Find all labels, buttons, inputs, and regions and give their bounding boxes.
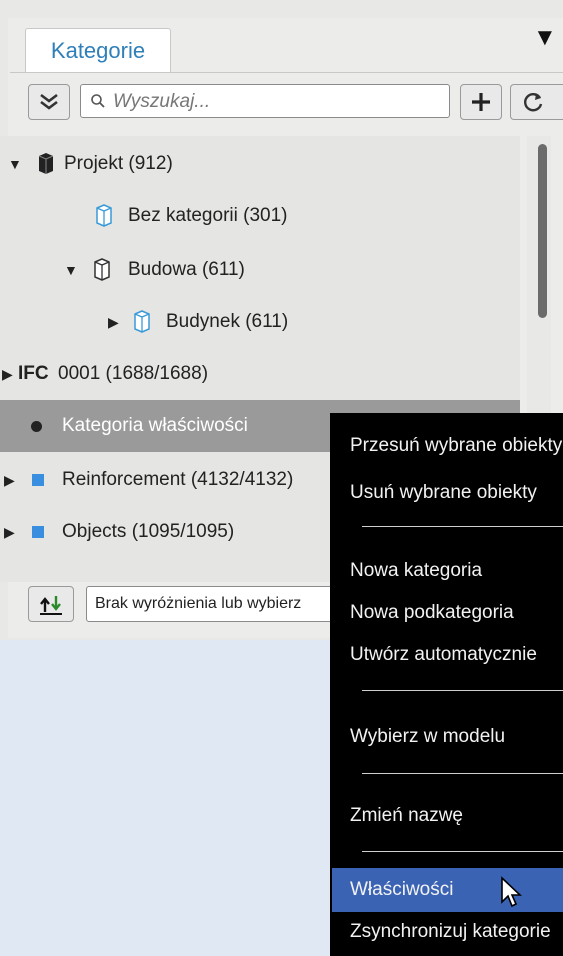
scrollbar-thumb[interactable] <box>538 144 547 318</box>
ifc-prefix: IFC <box>18 363 49 384</box>
mouse-cursor-icon <box>501 876 523 908</box>
menu-item-usun[interactable]: Usuń wybrane obiekty <box>350 475 537 511</box>
tree-item-label: Reinforcement (4132/4132) <box>62 469 294 490</box>
menu-item-utworz-automatycznie[interactable]: Utwórz automatycznie <box>350 637 537 673</box>
bullet-icon <box>31 421 42 432</box>
collapse-all-icon <box>40 93 58 110</box>
tree-item-label: Objects (1095/1095) <box>62 521 235 542</box>
search-icon <box>91 94 105 108</box>
collapsed-arrow-icon[interactable]: ▶ <box>4 506 15 558</box>
tree-item-budynek[interactable]: ▶ Budynek (611) <box>0 296 520 348</box>
cube-outline-blue-icon <box>134 310 150 333</box>
sort-arrows-icon <box>40 596 62 615</box>
collapsed-arrow-icon[interactable]: ▶ <box>108 296 119 348</box>
refresh-button[interactable] <box>510 84 563 120</box>
menu-separator <box>362 526 563 527</box>
search-box[interactable] <box>80 84 450 118</box>
menu-item-zsynchronizuj[interactable]: Zsynchronizuj kategorie <box>350 914 551 950</box>
tree-item-ifc[interactable]: ▶ IFC 0001 (1688/1688) <box>0 348 520 400</box>
cube-dark-icon <box>38 153 54 174</box>
highlight-toggle-button[interactable] <box>28 586 74 622</box>
collapsed-arrow-icon[interactable]: ▶ <box>2 348 13 400</box>
menu-separator <box>362 773 563 774</box>
cube-outline-icon <box>94 258 110 281</box>
tree-item-budowa[interactable]: ▼ Budowa (611) <box>0 244 520 296</box>
cube-outline-blue-icon <box>96 204 112 227</box>
tree-item-label: Budynek (611) <box>166 311 289 332</box>
menu-item-przesun[interactable]: Przesuń wybrane obiekty <box>350 428 562 464</box>
collapsed-arrow-icon[interactable]: ▶ <box>4 454 15 506</box>
highlight-select[interactable]: Brak wyróżnienia lub wybierz <box>86 586 336 622</box>
refresh-icon <box>524 93 543 112</box>
tree-item-bez-kategorii[interactable]: Bez kategorii (301) <box>0 190 520 242</box>
menu-item-wlasciwosci[interactable]: Właściwości <box>350 872 453 908</box>
tab-divider <box>10 72 563 73</box>
menu-separator <box>362 851 563 852</box>
tree-item-label: Bez kategorii (301) <box>128 205 288 226</box>
menu-item-zmien-nazwe[interactable]: Zmień nazwę <box>350 798 463 834</box>
triangle-down-icon[interactable]: ▼ <box>533 24 557 52</box>
tree-item-label: Budowa (611) <box>128 259 245 280</box>
menu-separator <box>362 690 563 691</box>
tree-item-projekt[interactable]: ▼ Projekt (912) <box>0 138 520 190</box>
expanded-arrow-icon[interactable]: ▼ <box>8 138 22 190</box>
collapse-all-button[interactable] <box>28 84 70 120</box>
blue-square-icon <box>32 526 44 538</box>
tree-item-label: Kategoria właściwości <box>62 415 248 436</box>
menu-item-nowa-podkategoria[interactable]: Nowa podkategoria <box>350 595 514 631</box>
menu-item-wybierz-w-modelu[interactable]: Wybierz w modelu <box>350 719 505 755</box>
context-menu: Przesuń wybrane obiekty Usuń wybrane obi… <box>330 413 563 956</box>
expanded-arrow-icon[interactable]: ▼ <box>64 244 78 296</box>
blue-square-icon <box>32 474 44 486</box>
add-category-button[interactable] <box>460 84 502 120</box>
tree-item-label: Projekt (912) <box>64 153 173 174</box>
tree-item-label: 0001 (1688/1688) <box>58 363 209 384</box>
search-input[interactable] <box>111 87 445 117</box>
plus-icon <box>472 93 490 111</box>
tab-kategorie[interactable]: Kategorie <box>25 28 171 72</box>
menu-item-nowa-kategoria[interactable]: Nowa kategoria <box>350 553 482 589</box>
